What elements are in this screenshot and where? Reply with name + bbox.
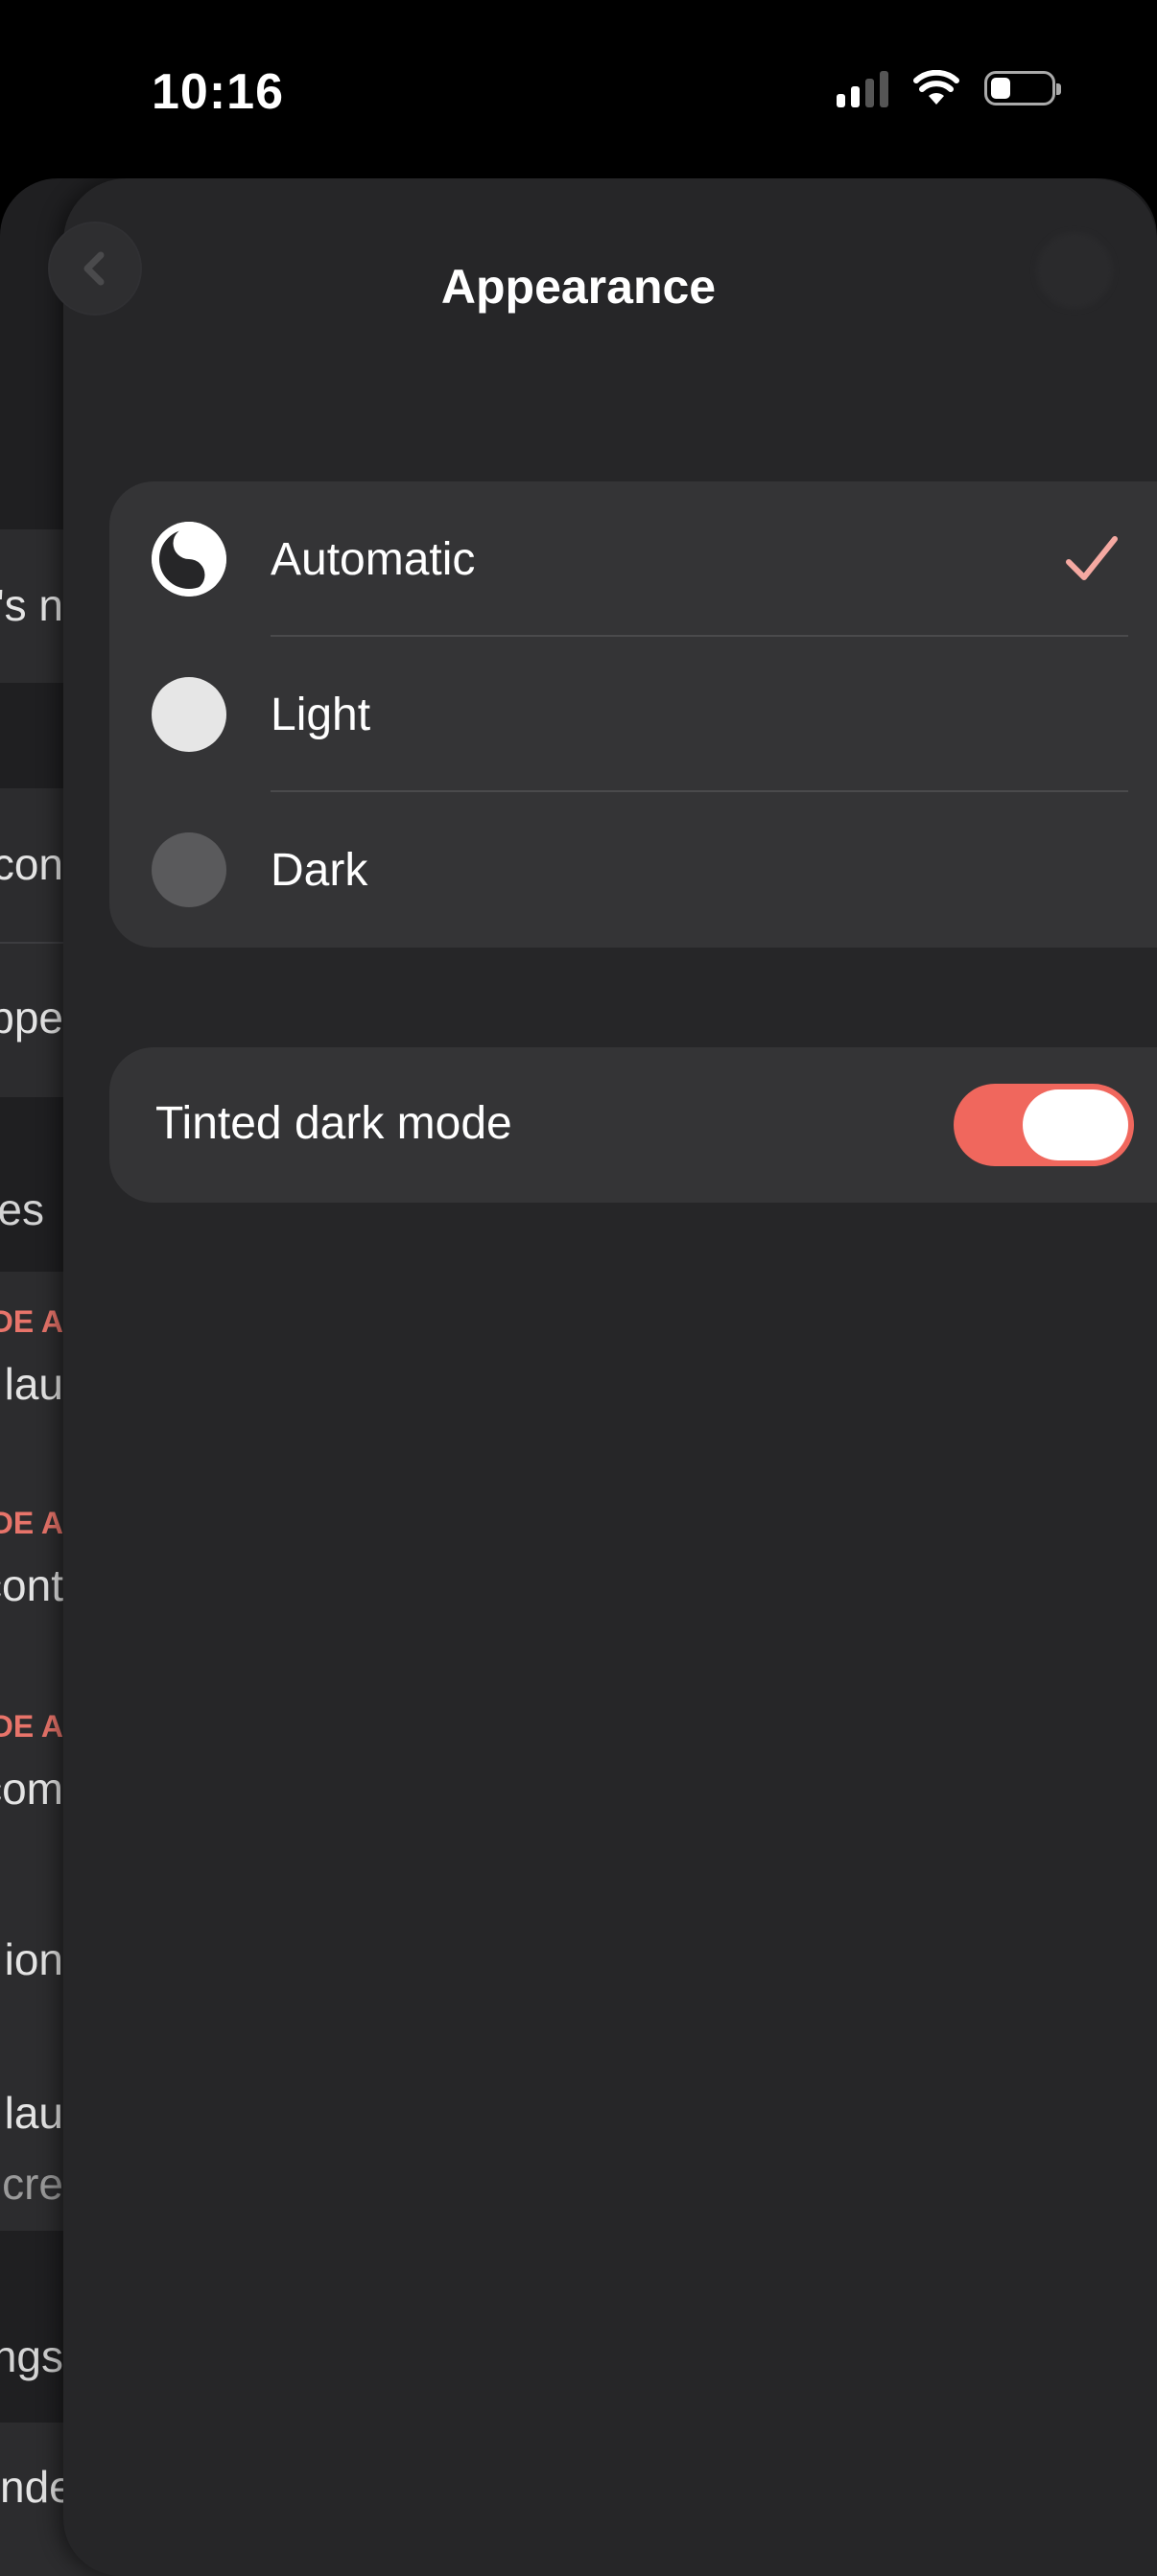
more-button[interactable] bbox=[1036, 232, 1113, 309]
appearance-sheet: Appearance Automatic Light Dark Tinted d… bbox=[48, 178, 1157, 2576]
status-time: 10:16 bbox=[152, 64, 284, 120]
cellular-signal-icon bbox=[837, 69, 888, 107]
bg-section-title: ngs bbox=[0, 2331, 63, 2381]
dark-theme-icon bbox=[152, 832, 226, 907]
wifi-icon bbox=[913, 70, 959, 105]
option-automatic[interactable]: Automatic bbox=[109, 481, 1157, 637]
battery-icon bbox=[984, 71, 1061, 105]
bg-row: ppe bbox=[0, 944, 63, 1097]
tinted-dark-mode-label: Tinted dark mode bbox=[155, 1098, 512, 1149]
auto-theme-icon bbox=[152, 522, 226, 597]
status-icons bbox=[837, 69, 1061, 107]
tinted-dark-mode-row: Tinted dark mode bbox=[109, 1047, 1157, 1203]
option-label: Light bbox=[271, 689, 371, 740]
bg-list: DE A al lau DE A cont DE A com ion l lau… bbox=[0, 1272, 63, 2231]
option-light[interactable]: Light bbox=[109, 637, 1157, 792]
option-label: Dark bbox=[271, 844, 368, 896]
light-theme-icon bbox=[152, 677, 226, 752]
appearance-options-group: Automatic Light Dark bbox=[109, 481, 1157, 948]
toggle-knob bbox=[1023, 1089, 1128, 1160]
option-label: Automatic bbox=[271, 533, 476, 585]
bg-row: con bbox=[0, 788, 63, 942]
option-dark[interactable]: Dark bbox=[109, 792, 1157, 948]
bg-section-title: es bbox=[0, 1184, 44, 1234]
bg-row: 's n bbox=[0, 529, 63, 683]
tinted-dark-mode-toggle[interactable] bbox=[954, 1084, 1134, 1166]
page-title: Appearance bbox=[440, 260, 717, 314]
checkmark-icon bbox=[1066, 536, 1118, 580]
